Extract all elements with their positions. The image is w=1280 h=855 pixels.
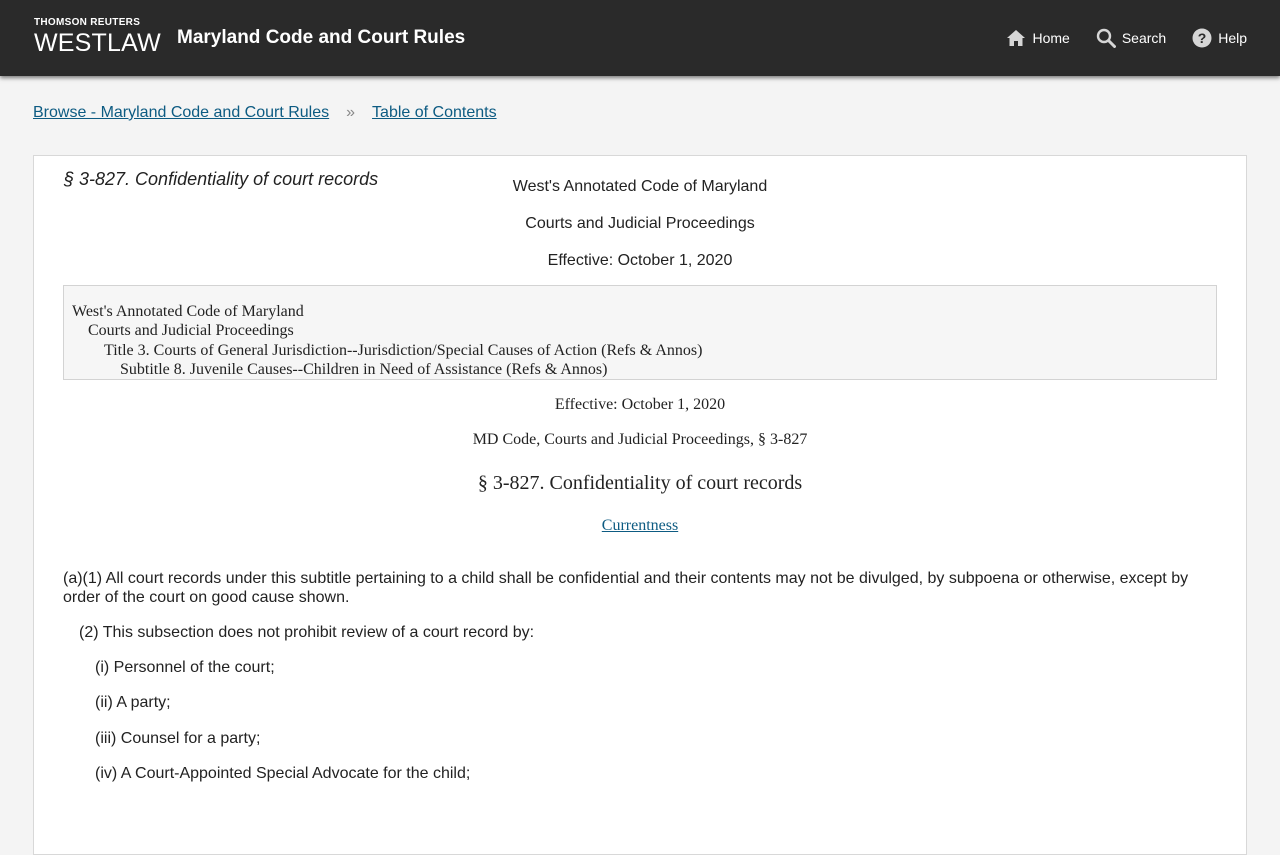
breadcrumb-browse-link[interactable]: Browse - Maryland Code and Court Rules (33, 104, 329, 122)
document-panel: § 3-827. Confidentiality of court record… (33, 155, 1247, 855)
header-nav: Home Search ? Help (980, 26, 1247, 50)
breadcrumb-toc-link[interactable]: Table of Contents (372, 104, 497, 122)
toc-level-3[interactable]: Title 3. Courts of General Jurisdiction-… (72, 341, 1216, 360)
breadcrumb: Browse - Maryland Code and Court Rules »… (33, 104, 497, 122)
help-nav-item[interactable]: ? Help (1192, 26, 1247, 50)
paragraph-a1: (a)(1) All court records under this subt… (63, 570, 1189, 606)
svg-text:?: ? (1198, 30, 1207, 46)
source-title: West's Annotated Code of Maryland (512, 178, 768, 195)
search-icon (1096, 28, 1116, 48)
paragraph-a2: (2) This subsection does not prohibit re… (79, 624, 535, 641)
toc-level-4[interactable]: Subtitle 8. Juvenile Causes--Children in… (72, 360, 1216, 379)
search-nav-item[interactable]: Search (1096, 26, 1166, 50)
brand-top-text: THOMSON REUTERS (34, 17, 141, 28)
help-nav-label: Help (1218, 30, 1247, 46)
paragraph-a2-ii: (ii) A party; (95, 694, 171, 711)
toc-level-2[interactable]: Courts and Judicial Proceedings (72, 321, 1216, 340)
subject-title: Courts and Judicial Proceedings (525, 215, 755, 232)
breadcrumb-separator: » (346, 104, 356, 121)
top-header: THOMSON REUTERS WESTLAW Maryland Code an… (0, 0, 1280, 76)
westlaw-logo[interactable]: THOMSON REUTERS WESTLAW (34, 17, 161, 57)
currentness-row: Currentness (34, 517, 1246, 535)
toc-hierarchy: West's Annotated Code of Maryland Courts… (63, 285, 1217, 380)
brand-main-text: WESTLAW (34, 29, 161, 57)
currentness-link[interactable]: Currentness (602, 517, 678, 534)
toc-level-1[interactable]: West's Annotated Code of Maryland (72, 302, 1216, 321)
paragraph-a2-iv: (iv) A Court-Appointed Special Advocate … (95, 765, 471, 782)
citation: MD Code, Courts and Judicial Proceedings… (472, 431, 808, 448)
effective-date: Effective: October 1, 2020 (554, 396, 726, 413)
home-nav-item[interactable]: Home (1006, 26, 1070, 50)
section-title: § 3-827. Confidentiality of court record… (477, 472, 803, 494)
app-title: Maryland Code and Court Rules (177, 27, 466, 48)
home-icon (1007, 30, 1026, 46)
paragraph-a2-i: (i) Personnel of the court; (95, 659, 275, 676)
effective-date-top: Effective: October 1, 2020 (547, 252, 733, 269)
paragraph-a2-iii: (iii) Counsel for a party; (95, 730, 261, 747)
help-icon: ? (1192, 28, 1212, 48)
home-nav-label: Home (1032, 30, 1070, 46)
search-nav-label: Search (1121, 30, 1167, 46)
